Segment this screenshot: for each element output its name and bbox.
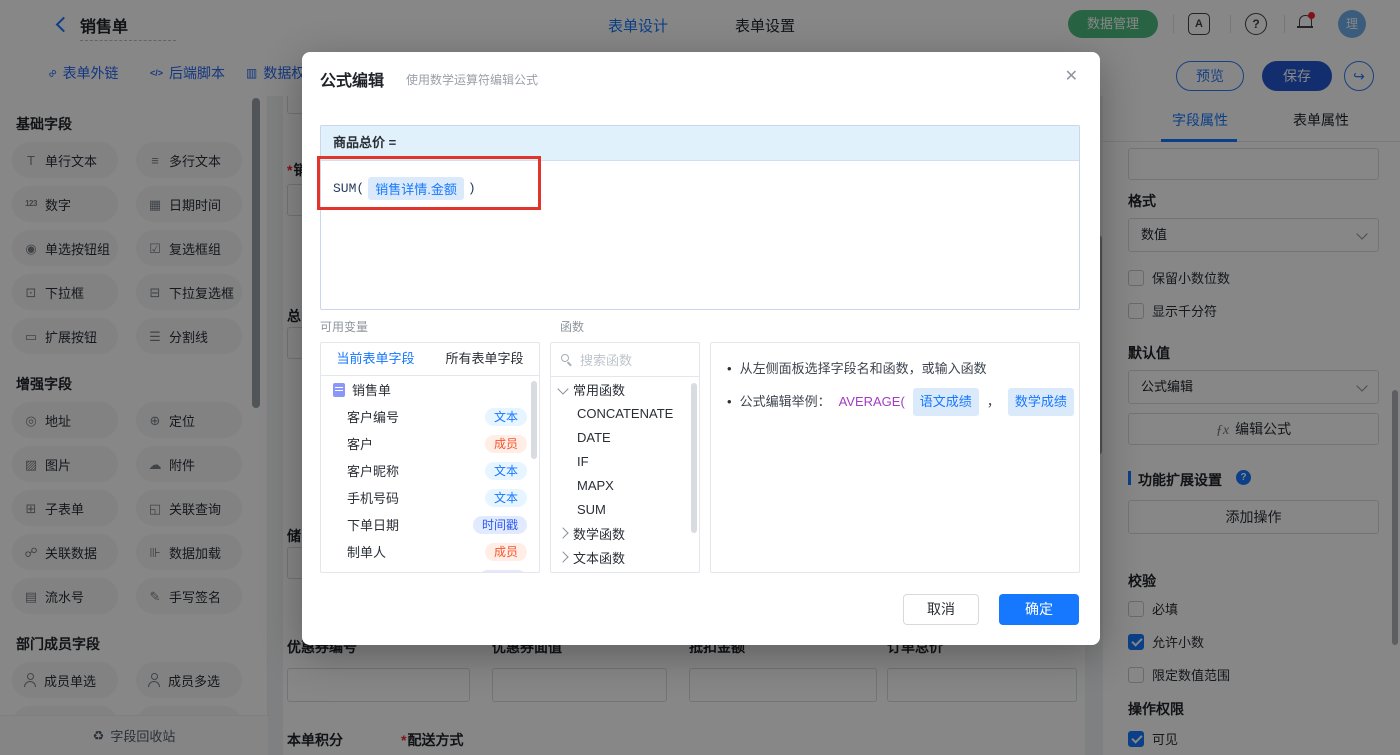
- functions-panel: 搜索函数 常用函数 CONCATENATE DATE IF MAPX SUM 数…: [550, 342, 700, 573]
- type-badge: [479, 569, 527, 572]
- functions-scrollbar[interactable]: [691, 383, 697, 533]
- function-group-text[interactable]: 文本函数: [551, 545, 699, 569]
- type-badge: 成员: [484, 542, 527, 561]
- function-search[interactable]: 搜索函数: [551, 343, 699, 377]
- type-badge: 成员: [484, 434, 527, 453]
- help-line-1: • 从左侧面板选择字段名和函数，或输入函数: [727, 361, 987, 376]
- variables-caption: 可用变量: [320, 320, 369, 334]
- search-placeholder: 搜索函数: [580, 353, 633, 368]
- variable-row[interactable]: 下单日期 时间戳: [321, 511, 539, 538]
- form-designer-app: 销售单 表单设计 表单设置 数据管理 A ? 理 ∞ 表单外链 </> 后端脚本…: [0, 0, 1400, 755]
- example-function: AVERAGE(: [838, 394, 905, 409]
- modal-title: 公式编辑: [320, 73, 385, 90]
- variable-row[interactable]: 客户昵称 文本: [321, 457, 539, 484]
- function-item[interactable]: MAPX: [551, 473, 699, 497]
- cancel-button[interactable]: 取消: [903, 594, 979, 625]
- function-item[interactable]: SUM: [551, 497, 699, 521]
- type-badge: 文本: [484, 488, 527, 507]
- tab-all-form-fields[interactable]: 所有表单字段: [430, 343, 539, 375]
- chevron-right-icon: [557, 551, 569, 563]
- function-item[interactable]: IF: [551, 449, 699, 473]
- variables-tabs: 当前表单字段 所有表单字段: [321, 343, 539, 376]
- variable-row[interactable]: 客户编号 文本: [321, 403, 539, 430]
- variable-row[interactable]: 制单人 成员: [321, 538, 539, 565]
- close-icon[interactable]: ✕: [1065, 66, 1078, 86]
- help-panel: • 从左侧面板选择字段名和函数，或输入函数 • 公式编辑举例： AVERAGE(…: [710, 342, 1080, 573]
- functions-caption: 函数: [560, 320, 585, 334]
- formula-target: 商品总价 =: [321, 126, 1079, 161]
- variable-row-clipped[interactable]: [321, 565, 539, 572]
- help-line-2: • 公式编辑举例： AVERAGE( 语文成绩 ， 数学成绩 ): [727, 388, 1074, 416]
- formula-function: SUM(: [333, 181, 365, 196]
- variable-row[interactable]: 手机号码 文本: [321, 484, 539, 511]
- search-icon: [561, 353, 573, 366]
- formula-input-area[interactable]: SUM( 销售详情.金额 ): [321, 161, 1079, 216]
- chevron-down-icon: [557, 383, 569, 395]
- formula-editor: 商品总价 = SUM( 销售详情.金额 ): [320, 125, 1080, 310]
- form-doc-icon: [333, 382, 345, 397]
- function-item[interactable]: CONCATENATE: [551, 401, 699, 425]
- variable-row[interactable]: 客户 成员: [321, 430, 539, 457]
- tab-current-form-fields[interactable]: 当前表单字段: [321, 343, 430, 375]
- modal-subtitle: 使用数学运算符编辑公式: [406, 73, 539, 87]
- type-badge: 文本: [484, 461, 527, 480]
- variables-panel: 当前表单字段 所有表单字段 销售单 客户编号 文本 客户 成员 客户昵称 文本 手机号…: [320, 342, 540, 573]
- function-item[interactable]: DATE: [551, 425, 699, 449]
- variable-root-row[interactable]: 销售单: [321, 376, 539, 403]
- function-group-math[interactable]: 数学函数: [551, 521, 699, 545]
- type-badge: 时间戳: [472, 515, 527, 534]
- formula-rparen: ): [467, 181, 476, 196]
- formula-field-chip[interactable]: 销售详情.金额: [368, 177, 464, 200]
- example-field-chip: 数学成绩: [1007, 388, 1074, 416]
- function-group-common[interactable]: 常用函数: [551, 377, 699, 401]
- type-badge: 文本: [484, 407, 527, 426]
- example-field-chip: 语文成绩: [912, 388, 979, 416]
- formula-editor-modal: 公式编辑 使用数学运算符编辑公式 ✕ 商品总价 = SUM( 销售详情.金额 )…: [302, 52, 1100, 645]
- variables-scrollbar[interactable]: [531, 381, 537, 459]
- chevron-right-icon: [557, 527, 569, 539]
- confirm-button[interactable]: 确定: [999, 594, 1079, 625]
